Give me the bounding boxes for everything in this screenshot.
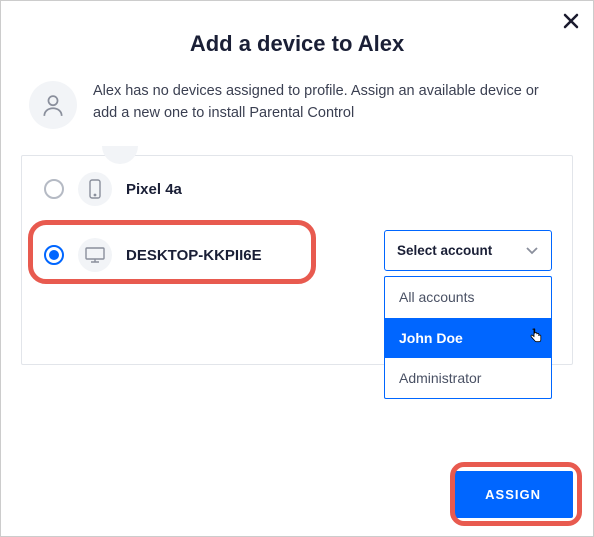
avatar	[29, 81, 77, 129]
account-dropdown: All accounts John Doe Administrator	[384, 276, 552, 399]
device-icon-circle	[78, 172, 112, 206]
person-icon	[40, 92, 66, 118]
radio-selected[interactable]	[44, 245, 64, 265]
phone-icon	[89, 179, 101, 199]
option-label: All accounts	[399, 289, 474, 305]
account-select[interactable]: Select account	[384, 230, 552, 271]
modal-footer: ASSIGN	[453, 471, 573, 518]
select-placeholder: Select account	[397, 243, 492, 258]
dropdown-option-hovered[interactable]: John Doe	[385, 318, 551, 358]
assign-button[interactable]: ASSIGN	[453, 471, 573, 518]
modal-subtitle: Alex has no devices assigned to profile.…	[93, 81, 565, 125]
device-icon-circle	[78, 238, 112, 272]
device-name: Pixel 4a	[126, 181, 182, 198]
pointer-cursor-icon	[529, 329, 543, 348]
device-row[interactable]: Pixel 4a	[22, 160, 572, 218]
dropdown-option[interactable]: Administrator	[385, 358, 551, 398]
chevron-down-icon	[525, 246, 539, 256]
monitor-icon	[85, 247, 105, 263]
modal-title: Add a device to Alex	[21, 31, 573, 57]
option-label: John Doe	[399, 330, 463, 346]
dropdown-option[interactable]: All accounts	[385, 277, 551, 318]
info-row: Alex has no devices assigned to profile.…	[21, 81, 573, 129]
close-button[interactable]	[563, 11, 579, 33]
add-device-modal: Add a device to Alex Alex has no devices…	[1, 1, 593, 536]
device-list-panel: Pixel 4a DESKTOP-KKPII6E Select account …	[21, 155, 573, 365]
device-name: DESKTOP-KKPII6E	[126, 247, 262, 264]
option-label: Administrator	[399, 370, 481, 386]
account-select-container: Select account All accounts John Doe Ad	[384, 230, 552, 271]
radio-unselected[interactable]	[44, 179, 64, 199]
device-row-selected[interactable]: DESKTOP-KKPII6E Select account All accou…	[22, 226, 572, 284]
close-icon	[563, 13, 579, 29]
